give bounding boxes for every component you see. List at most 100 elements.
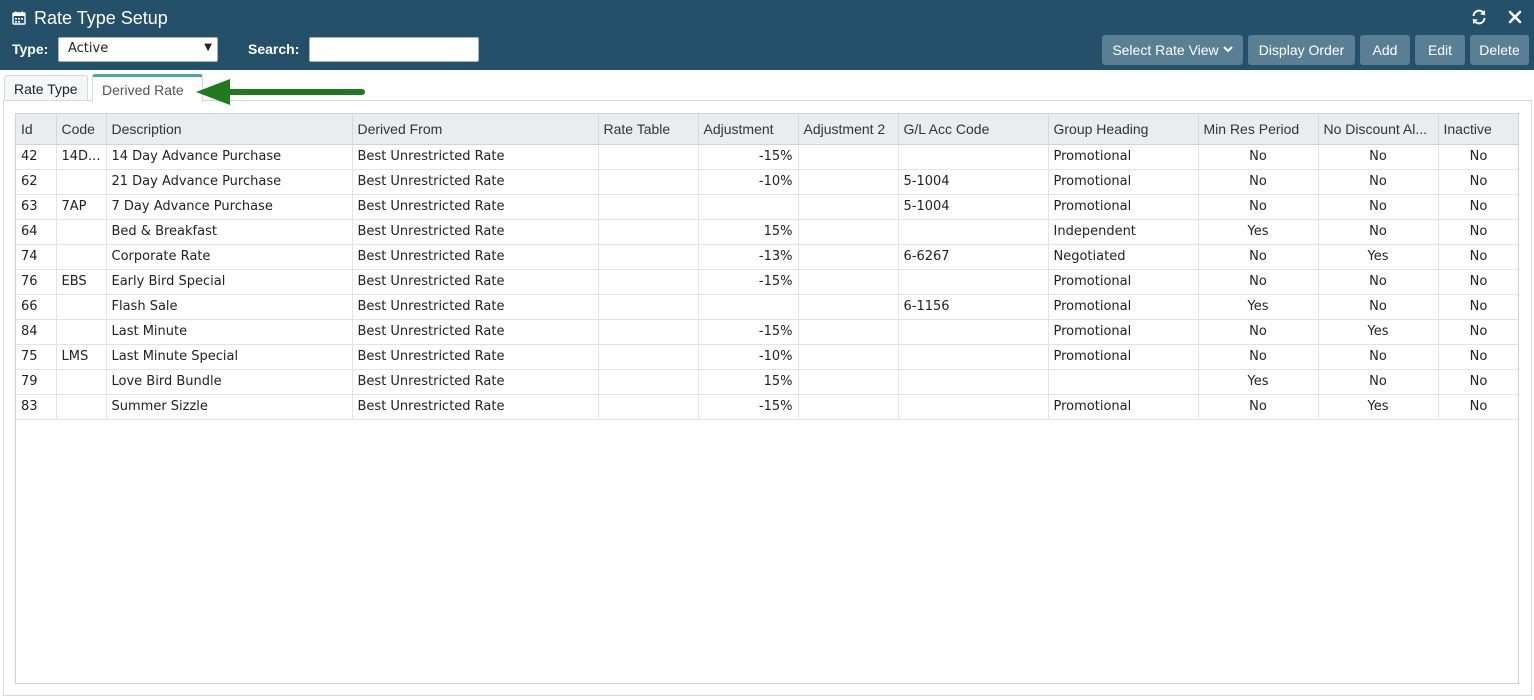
cell-derived-from: Best Unrestricted Rate — [352, 319, 599, 345]
cell-rate-table — [598, 219, 699, 245]
cell-derived-from: Best Unrestricted Rate — [352, 294, 599, 320]
cell-rate-table — [598, 369, 699, 395]
cell-adjustment-2 — [798, 344, 899, 370]
cell-id: 79 — [16, 369, 57, 395]
cell-group-heading: Promotional — [1048, 294, 1199, 320]
type-select[interactable]: Active ▼ — [58, 37, 218, 62]
column-header-description[interactable]: Description — [106, 114, 353, 145]
column-header-rate-table[interactable]: Rate Table — [598, 114, 699, 145]
cell-inactive: No — [1438, 144, 1518, 170]
column-header-gl-acc-code[interactable]: G/L Acc Code — [898, 114, 1049, 145]
cell-rate-table — [598, 244, 699, 270]
delete-button[interactable]: Delete — [1470, 35, 1529, 65]
cell-rate-table — [598, 144, 699, 170]
refresh-icon[interactable] — [1470, 8, 1488, 26]
table-row[interactable]: 62 21 Day Advance Purchase Best Unrestrict… — [16, 169, 1518, 195]
column-header-adjustment[interactable]: Adjustment — [698, 114, 799, 145]
column-header-code[interactable]: Code — [56, 114, 107, 145]
cell-gl-acc-code: 6-1156 — [898, 294, 1049, 320]
cell-id: 84 — [16, 319, 57, 345]
cell-derived-from: Best Unrestricted Rate — [352, 244, 599, 270]
cell-adjustment: -13% — [698, 244, 799, 270]
column-header-inactive[interactable]: Inactive — [1438, 114, 1518, 145]
display-order-button[interactable]: Display Order — [1248, 35, 1355, 65]
cell-no-discount-allowed: No — [1318, 344, 1439, 370]
cell-min-res-period: No — [1198, 169, 1319, 195]
column-header-min-res-period[interactable]: Min Res Period — [1198, 114, 1319, 145]
cell-description: Corporate Rate — [106, 244, 353, 270]
cell-gl-acc-code — [898, 319, 1049, 345]
cell-id: 62 — [16, 169, 57, 195]
cell-gl-acc-code: 5-1004 — [898, 169, 1049, 195]
cell-adjustment: -15% — [698, 394, 799, 420]
title-bar: Rate Type Setup — [12, 6, 168, 30]
cell-description: Love Bird Bundle — [106, 369, 353, 395]
add-button[interactable]: Add — [1360, 35, 1410, 65]
table-row[interactable]: 79 Love Bird Bundle Best Unrestricted Rate… — [16, 369, 1518, 395]
cell-rate-table — [598, 194, 699, 220]
cell-no-discount-allowed: Yes — [1318, 244, 1439, 270]
cell-rate-table — [598, 319, 699, 345]
cell-adjustment-2 — [798, 269, 899, 295]
cell-description: Early Bird Special — [106, 269, 353, 295]
cell-description: 14 Day Advance Purchase — [106, 144, 353, 170]
derived-rate-table: Id Code Description Derived From Rate Ta… — [16, 114, 1518, 420]
cell-adjustment-2 — [798, 219, 899, 245]
cell-min-res-period: No — [1198, 244, 1319, 270]
table-row[interactable]: 84 Last Minute Best Unrestricted Rate -15% P… — [16, 319, 1518, 345]
cell-adjustment — [698, 194, 799, 220]
cell-description: Bed & Breakfast — [106, 219, 353, 245]
derived-rate-grid: Id Code Description Derived From Rate Ta… — [15, 113, 1519, 684]
cell-id: 75 — [16, 344, 57, 370]
table-row[interactable]: 76 EBS Early Bird Special Best Unrestricted… — [16, 269, 1518, 295]
cell-id: 66 — [16, 294, 57, 320]
cell-min-res-period: No — [1198, 269, 1319, 295]
table-row[interactable]: 75 LMS Last Minute Special Best Unrestricte… — [16, 344, 1518, 370]
cell-derived-from: Best Unrestricted Rate — [352, 169, 599, 195]
cell-min-res-period: No — [1198, 319, 1319, 345]
cell-gl-acc-code: 6-6267 — [898, 244, 1049, 270]
table-row[interactable]: 66 Flash Sale Best Unrestricted Rate 6-1156… — [16, 294, 1518, 320]
cell-rate-table — [598, 169, 699, 195]
cell-inactive: No — [1438, 344, 1518, 370]
column-header-adjustment-2[interactable]: Adjustment 2 — [798, 114, 899, 145]
cell-adjustment: 15% — [698, 219, 799, 245]
cell-adjustment-2 — [798, 144, 899, 170]
cell-id: 83 — [16, 394, 57, 420]
table-row[interactable]: 42 14D... 14 Day Advance Purchase Best Unre… — [16, 144, 1518, 170]
cell-description: Last Minute Special — [106, 344, 353, 370]
close-icon[interactable] — [1506, 8, 1524, 26]
calendar-icon — [12, 11, 26, 25]
search-input[interactable] — [309, 37, 479, 62]
cell-code — [56, 294, 107, 320]
cell-group-heading: Negotiated — [1048, 244, 1199, 270]
cell-group-heading: Independent — [1048, 219, 1199, 245]
cell-gl-acc-code — [898, 269, 1049, 295]
cell-min-res-period: No — [1198, 144, 1319, 170]
tab-derived-rate[interactable]: Derived Rate — [92, 74, 203, 103]
cell-code: 14D... — [56, 144, 107, 170]
table-row[interactable]: 83 Summer Sizzle Best Unrestricted Rate -15… — [16, 394, 1518, 420]
cell-code: EBS — [56, 269, 107, 295]
edit-button[interactable]: Edit — [1415, 35, 1465, 65]
dropdown-caret-icon: ▼ — [204, 42, 212, 53]
cell-group-heading: Promotional — [1048, 394, 1199, 420]
cell-no-discount-allowed: No — [1318, 169, 1439, 195]
cell-group-heading: Promotional — [1048, 269, 1199, 295]
cell-min-res-period: No — [1198, 394, 1319, 420]
cell-derived-from: Best Unrestricted Rate — [352, 219, 599, 245]
table-row[interactable]: 63 7AP 7 Day Advance Purchase Best Unrestri… — [16, 194, 1518, 220]
column-header-group-heading[interactable]: Group Heading — [1048, 114, 1199, 145]
cell-code: 7AP — [56, 194, 107, 220]
column-header-no-discount-allowed[interactable]: No Discount Al... — [1318, 114, 1439, 145]
column-header-derived-from[interactable]: Derived From — [352, 114, 599, 145]
tab-rate-type[interactable]: Rate Type — [4, 75, 88, 102]
cell-description: 21 Day Advance Purchase — [106, 169, 353, 195]
select-rate-view-button[interactable]: Select Rate View — [1102, 35, 1243, 65]
cell-rate-table — [598, 269, 699, 295]
table-row[interactable]: 64 Bed & Breakfast Best Unrestricted Rate 1… — [16, 219, 1518, 245]
table-row[interactable]: 74 Corporate Rate Best Unrestricted Rate -1… — [16, 244, 1518, 270]
column-header-id[interactable]: Id — [16, 114, 57, 145]
cell-adjustment — [698, 294, 799, 320]
cell-code — [56, 219, 107, 245]
